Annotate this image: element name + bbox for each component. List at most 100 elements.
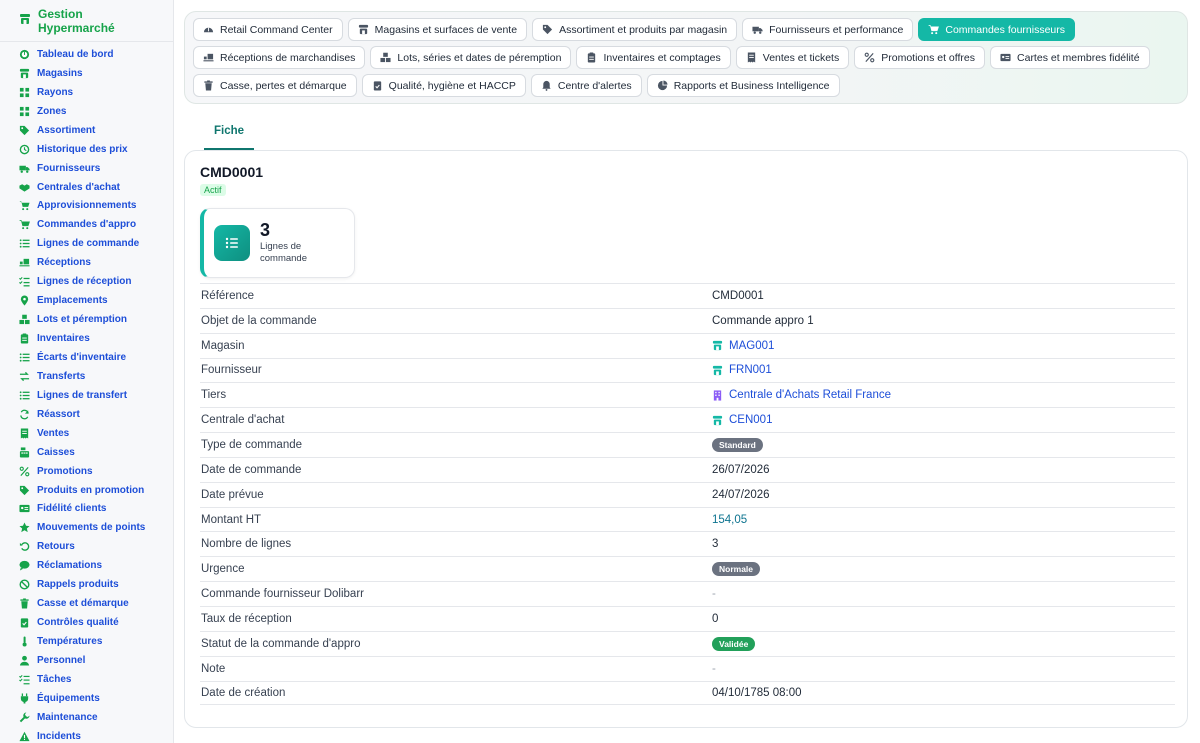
building-icon: [712, 390, 723, 401]
list-icon: [214, 225, 250, 261]
sidebar-item[interactable]: Lots et péremption: [0, 310, 173, 329]
sidebar-item[interactable]: Caisses: [0, 443, 173, 462]
percent-icon: [19, 466, 30, 477]
field-value[interactable]: CEN001: [712, 414, 772, 426]
stat-card-order-lines[interactable]: 3 Lignes de commande: [200, 208, 355, 278]
sidebar-item[interactable]: Maintenance: [0, 708, 173, 727]
store-icon: [19, 12, 31, 30]
sidebar-item[interactable]: Rappels produits: [0, 575, 173, 594]
tab-fiche[interactable]: Fiche: [204, 120, 255, 150]
field-value[interactable]: Centrale d'Achats Retail France: [712, 389, 891, 401]
sidebar-item[interactable]: Promotions: [0, 462, 173, 481]
ban-icon: [19, 579, 30, 590]
module-tab-label: Lots, séries et dates de péremption: [397, 51, 562, 64]
sidebar-item[interactable]: Transferts: [0, 367, 173, 386]
sidebar-item[interactable]: Réclamations: [0, 556, 173, 575]
field-label: Statut de la commande d'appro: [201, 637, 361, 650]
sidebar-item[interactable]: Produits en promotion: [0, 481, 173, 500]
module-tab[interactable]: Commandes fournisseurs: [918, 18, 1076, 41]
sidebar-item[interactable]: Emplacements: [0, 291, 173, 310]
chart-pie-icon: [657, 80, 668, 91]
sidebar-item[interactable]: Commandes d'appro: [0, 215, 173, 234]
transfer-icon: [19, 371, 30, 382]
sidebar-item[interactable]: Historique des prix: [0, 140, 173, 159]
module-tab-label: Inventaires et comptages: [603, 51, 721, 64]
module-tab[interactable]: Retail Command Center: [193, 18, 343, 41]
field-row: Nombre de lignes 3: [200, 531, 1175, 556]
sidebar-item[interactable]: Tableau de bord: [0, 45, 173, 64]
sidebar-item[interactable]: Zones: [0, 102, 173, 121]
app-brand[interactable]: Gestion Hypermarché: [0, 0, 173, 42]
field-label: Centrale d'achat: [201, 414, 285, 427]
tags-icon: [542, 24, 553, 35]
sidebar-item[interactable]: Réassort: [0, 405, 173, 424]
sidebar-item[interactable]: Personnel: [0, 651, 173, 670]
sidebar-item[interactable]: Casse et démarque: [0, 594, 173, 613]
field-row: Date prévue 24/07/2026: [200, 481, 1175, 507]
sidebar-item[interactable]: Contrôles qualité: [0, 613, 173, 632]
cart-icon: [19, 219, 30, 230]
sync-icon: [19, 409, 30, 420]
sidebar-item-label: Retours: [37, 541, 75, 553]
module-tab-label: Ventes et tickets: [762, 51, 840, 64]
module-tab[interactable]: Ventes et tickets: [735, 46, 850, 69]
sidebar-item[interactable]: Incidents: [0, 727, 173, 743]
sidebar-item-label: Personnel: [37, 654, 86, 666]
sidebar-item-label: Caisses: [37, 446, 75, 458]
module-tab[interactable]: Magasins et surfaces de vente: [347, 18, 528, 41]
module-tab[interactable]: Réceptions de marchandises: [193, 46, 366, 69]
sidebar-item[interactable]: Écarts d'inventaire: [0, 348, 173, 367]
module-tab[interactable]: Rapports et Business Intelligence: [646, 74, 840, 97]
field-value[interactable]: FRN001: [712, 364, 772, 376]
sidebar-item[interactable]: Rayons: [0, 83, 173, 102]
field-value-text: -: [712, 588, 716, 601]
sidebar-item-label: Lignes de transfert: [37, 389, 128, 401]
module-tab-label: Centre d'alertes: [557, 79, 632, 92]
history-icon: [19, 144, 30, 155]
module-tab[interactable]: Qualité, hygiène et HACCP: [361, 74, 526, 97]
module-tab[interactable]: Casse, pertes et démarque: [193, 74, 357, 97]
module-tab[interactable]: Lots, séries et dates de péremption: [370, 46, 572, 69]
field-row: Objet de la commande Commande appro 1: [200, 307, 1175, 333]
module-tab[interactable]: Fournisseurs et performance: [742, 18, 914, 41]
module-tab[interactable]: Cartes et membres fidélité: [990, 46, 1150, 69]
truck-loading-icon: [19, 257, 30, 268]
field-label: Référence: [201, 289, 255, 302]
module-tab-label: Réceptions de marchandises: [220, 51, 356, 64]
sidebar-item[interactable]: Fidélité clients: [0, 500, 173, 519]
sidebar-item[interactable]: Lignes de réception: [0, 272, 173, 291]
sidebar-item[interactable]: Ventes: [0, 424, 173, 443]
field-value[interactable]: MAG001: [712, 340, 774, 352]
sidebar-item[interactable]: Centrales d'achat: [0, 178, 173, 197]
sidebar-item[interactable]: Retours: [0, 537, 173, 556]
sidebar-item[interactable]: Lignes de commande: [0, 234, 173, 253]
sidebar-item-label: Lignes de réception: [37, 276, 132, 288]
sidebar-nav: Tableau de bord Magasins Rayons Zones Assort…: [0, 45, 173, 743]
boxes-icon: [19, 314, 30, 325]
field-value: 04/10/1785 08:00: [712, 687, 802, 699]
sidebar-item-label: Fidélité clients: [37, 503, 107, 515]
sidebar-item[interactable]: Approvisionnements: [0, 197, 173, 216]
sidebar-item[interactable]: Températures: [0, 632, 173, 651]
sidebar-item[interactable]: Inventaires: [0, 329, 173, 348]
sidebar-item[interactable]: Lignes de transfert: [0, 386, 173, 405]
field-value-text: CEN001: [729, 414, 773, 427]
field-row: Urgence Normale: [200, 556, 1175, 581]
cart-icon: [928, 24, 940, 35]
sidebar-item[interactable]: Mouvements de points: [0, 518, 173, 537]
field-row: Référence CMD0001: [200, 283, 1175, 308]
field-value: Normale: [712, 562, 761, 577]
module-tab[interactable]: Assortiment et produits par magasin: [532, 18, 738, 41]
sidebar-item[interactable]: Tâches: [0, 670, 173, 689]
module-tab-label: Casse, pertes et démarque: [220, 79, 347, 92]
handshake-icon: [19, 182, 30, 193]
module-tab[interactable]: Promotions et offres: [854, 46, 986, 69]
sidebar-item[interactable]: Fournisseurs: [0, 159, 173, 178]
sidebar-item-label: Inventaires: [37, 333, 90, 345]
module-tab[interactable]: Centre d'alertes: [530, 74, 642, 97]
sidebar-item[interactable]: Assortiment: [0, 121, 173, 140]
sidebar-item[interactable]: Réceptions: [0, 253, 173, 272]
sidebar-item[interactable]: Équipements: [0, 689, 173, 708]
sidebar-item[interactable]: Magasins: [0, 64, 173, 83]
module-tab[interactable]: Inventaires et comptages: [576, 46, 731, 69]
